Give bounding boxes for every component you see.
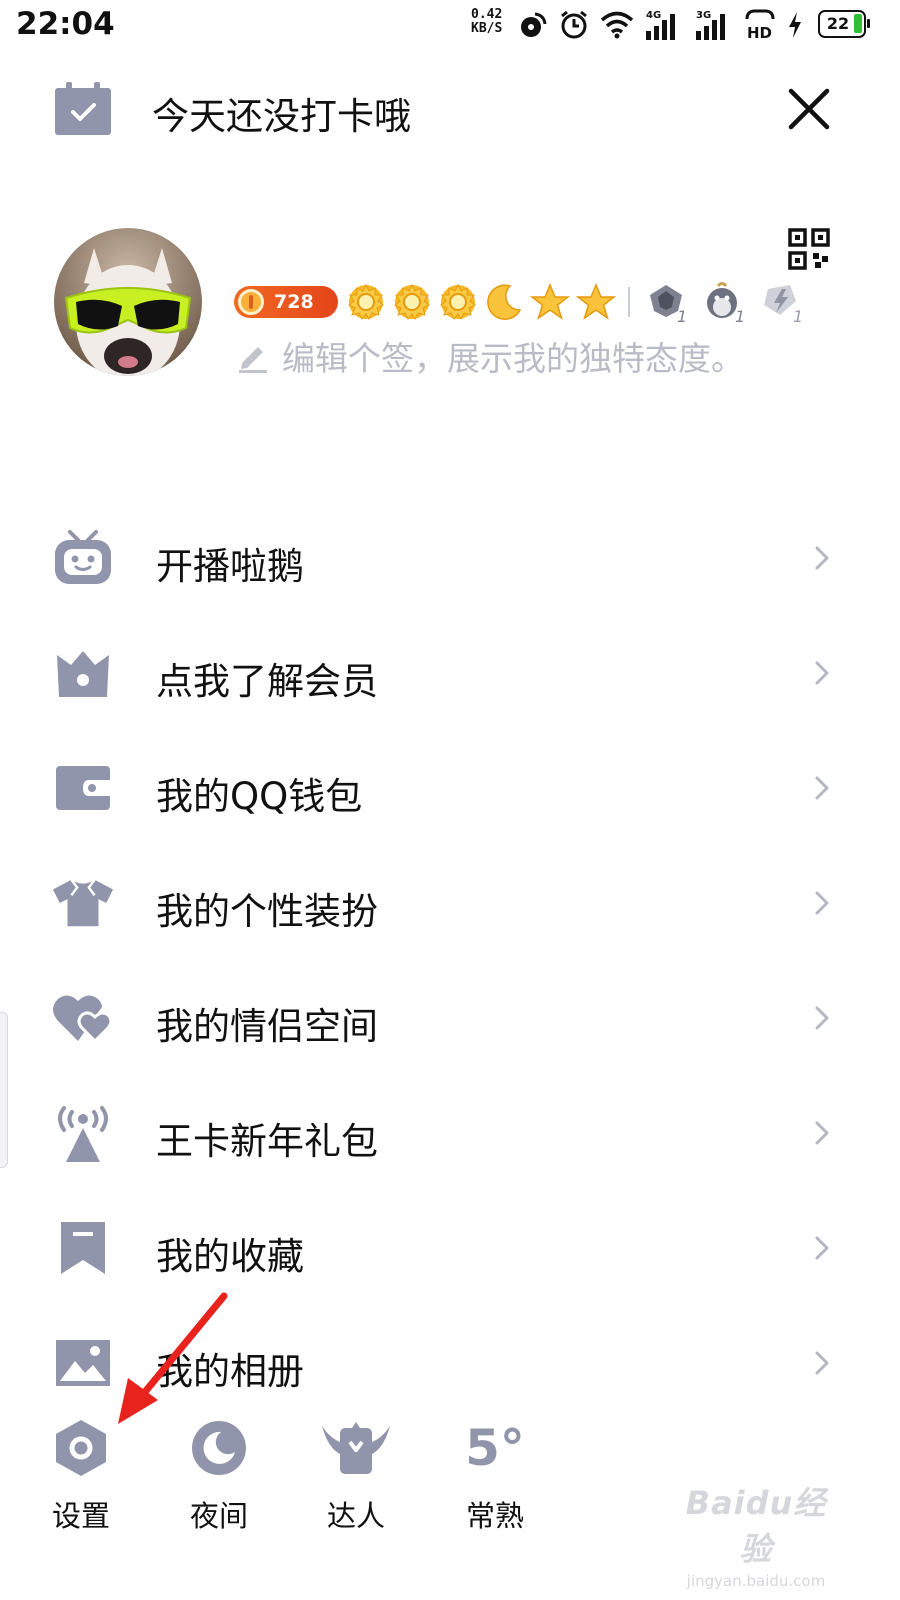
menu-label: 我的收藏 xyxy=(156,1235,304,1278)
menu-item-live[interactable]: 开播啦鹅 xyxy=(0,500,900,615)
crown-icon xyxy=(52,643,114,703)
battery-level: 22 xyxy=(826,14,850,33)
chevron-right-icon xyxy=(815,1121,829,1145)
chevron-right-icon xyxy=(815,661,829,685)
signal-icon: 3G xyxy=(696,10,725,40)
weather-icon: 5° xyxy=(440,1415,550,1481)
star-icon xyxy=(530,283,570,320)
chevron-right-icon xyxy=(815,1351,829,1375)
baidu-watermark: Baidu经验 jingyan.baidu.com xyxy=(676,1478,836,1590)
settings-button[interactable]: 设置 xyxy=(26,1415,136,1545)
penguin-badge-icon[interactable]: 1 xyxy=(702,281,748,323)
menu-label: 王卡新年礼包 xyxy=(156,1120,378,1163)
lightning-badge-icon[interactable]: 1 xyxy=(760,281,806,323)
menu-label: 我的QQ钱包 xyxy=(156,775,363,818)
hd-label: HD xyxy=(747,24,772,41)
menu-item-king-card[interactable]: 王卡新年礼包 xyxy=(0,1075,900,1190)
network-speed-unit: KB/S xyxy=(471,21,503,36)
menu-label: 我的相册 xyxy=(156,1350,304,1393)
signal-icon: 4G xyxy=(646,10,675,40)
signature-placeholder: 编辑个签，展示我的独特态度。 xyxy=(282,339,744,378)
signature-row[interactable]: 编辑个签，展示我的独特态度。 xyxy=(236,332,744,380)
chevron-right-icon xyxy=(815,1006,829,1030)
watermark-main: Baidu经验 xyxy=(685,1484,827,1568)
menu-label: 我的情侣空间 xyxy=(156,1005,378,1048)
vip-badge[interactable]: 728 xyxy=(234,286,338,318)
chevron-right-icon xyxy=(815,776,829,800)
wifi-icon xyxy=(600,11,634,39)
sun-icon xyxy=(394,283,430,321)
avatar-image xyxy=(54,228,202,376)
expert-button[interactable]: 达人 xyxy=(301,1415,411,1545)
menu-label: 我的个性装扮 xyxy=(156,890,378,933)
game-badge-count: 1 xyxy=(677,307,687,323)
network-speed: 0.42 KB/S xyxy=(471,8,502,36)
checkin-text: 今天还没打卡哦 xyxy=(152,95,411,138)
menu-item-theme[interactable]: 我的个性装扮 xyxy=(0,845,900,960)
penguin-badge-count: 1 xyxy=(735,307,745,323)
sun-icon xyxy=(440,283,476,321)
edit-pencil-icon xyxy=(239,347,267,373)
photo-icon xyxy=(52,1333,114,1393)
menu-item-album[interactable]: 我的相册 xyxy=(0,1305,900,1420)
hd-call-icon: HD xyxy=(745,9,775,41)
lightning-badge-count: 1 xyxy=(793,307,803,323)
menu-item-vip[interactable]: 点我了解会员 xyxy=(0,615,900,730)
moon-icon xyxy=(164,1415,274,1481)
signal-1-label: 4G xyxy=(646,10,661,21)
close-icon[interactable] xyxy=(784,84,834,134)
level-row[interactable]: 728 1 1 1 xyxy=(234,281,806,323)
level-divider xyxy=(628,287,630,317)
sun-icon xyxy=(348,283,384,321)
game-badge-icon[interactable]: 1 xyxy=(644,281,690,323)
weather-button[interactable]: 5° 常熟 xyxy=(440,1415,550,1545)
bookmark-icon xyxy=(52,1218,114,1278)
settings-label: 设置 xyxy=(51,1499,110,1533)
vip-score: 728 xyxy=(274,291,314,313)
qr-code-icon[interactable] xyxy=(788,228,830,270)
settings-icon xyxy=(26,1415,136,1481)
alarm-icon xyxy=(561,10,587,39)
avatar[interactable] xyxy=(54,228,202,376)
wallet-icon xyxy=(52,758,114,818)
menu-item-couple[interactable]: 我的情侣空间 xyxy=(0,960,900,1075)
weather-temp: 5° xyxy=(465,1419,525,1477)
nfc-icon xyxy=(521,12,547,37)
expert-label: 达人 xyxy=(326,1499,385,1533)
status-bar: 22:04 0.42 KB/S 4G 3G HD 22 xyxy=(0,0,900,50)
coin-icon xyxy=(238,289,264,315)
status-time: 22:04 xyxy=(16,6,115,42)
menu-list: 开播啦鹅 点我了解会员 我的QQ钱包 我的个性装扮 我的情侣空间 王卡新年礼包 … xyxy=(0,500,900,1420)
watermark-sub: jingyan.baidu.com xyxy=(686,1572,826,1590)
moon-icon xyxy=(487,284,522,320)
star-icon xyxy=(576,283,616,320)
menu-item-wallet[interactable]: 我的QQ钱包 xyxy=(0,730,900,845)
broadcast-tower-icon xyxy=(52,1103,114,1163)
level-icons xyxy=(346,282,616,322)
weather-city: 常熟 xyxy=(465,1499,524,1533)
status-icons: 4G 3G HD xyxy=(518,8,804,42)
game-badges: 1 1 1 xyxy=(644,281,806,323)
menu-label: 开播啦鹅 xyxy=(156,545,304,588)
signal-2-label: 3G xyxy=(696,10,711,21)
night-mode-button[interactable]: 夜间 xyxy=(164,1415,274,1545)
shirt-icon xyxy=(52,873,114,933)
chevron-right-icon xyxy=(815,546,829,570)
night-label: 夜间 xyxy=(189,1499,248,1533)
chevron-right-icon xyxy=(815,1236,829,1260)
network-speed-value: 0.42 xyxy=(471,7,503,22)
calendar-check-icon xyxy=(55,82,111,135)
battery-icon: 22 xyxy=(818,10,870,38)
menu-item-favorites[interactable]: 我的收藏 xyxy=(0,1190,900,1305)
tv-robot-icon xyxy=(52,528,114,588)
winged-badge-icon xyxy=(301,1415,411,1481)
menu-label: 点我了解会员 xyxy=(156,660,378,703)
hearts-icon xyxy=(52,988,114,1048)
charging-icon xyxy=(789,12,801,38)
side-handle[interactable] xyxy=(0,1012,8,1168)
checkin-row[interactable]: 今天还没打卡哦 xyxy=(0,70,900,150)
chevron-right-icon xyxy=(815,891,829,915)
